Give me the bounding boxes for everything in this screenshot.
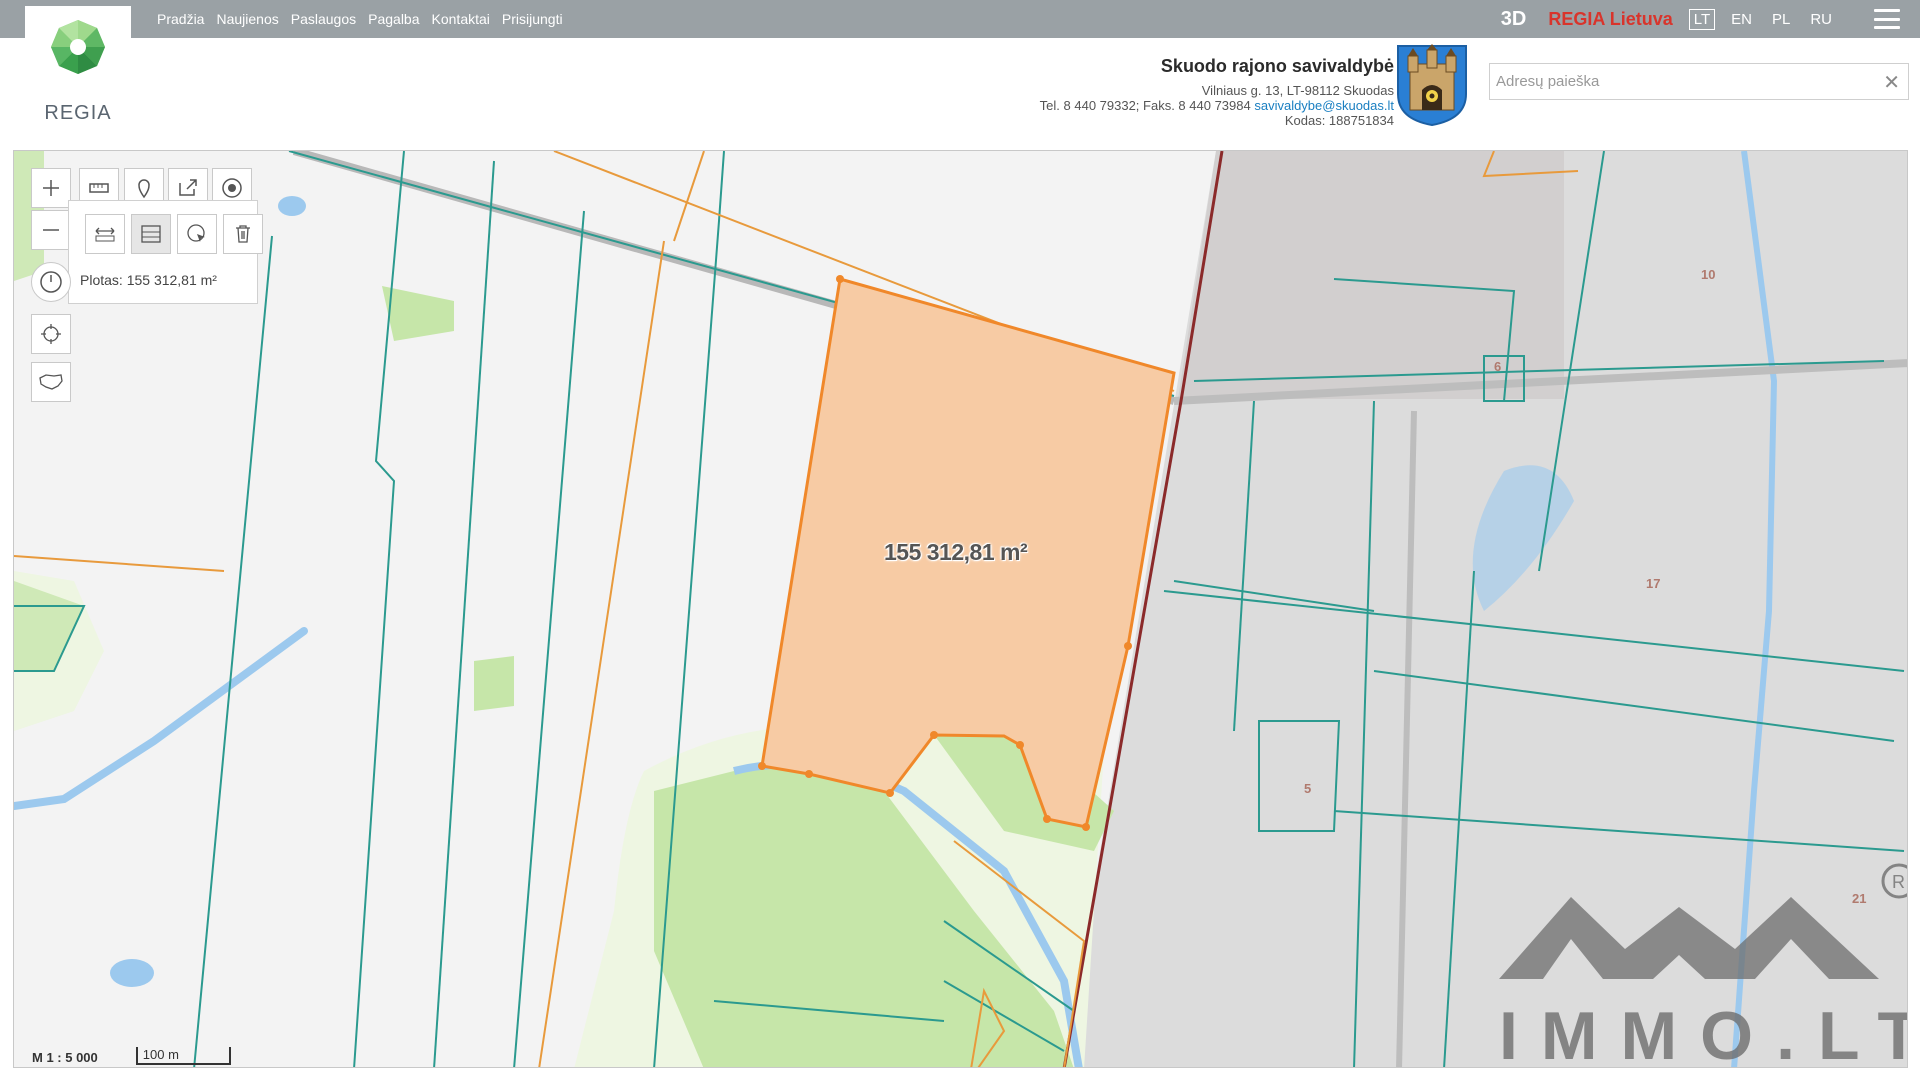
municipality-address: Vilniaus g. 13, LT-98112 Skuodas: [1201, 83, 1394, 98]
top-navigation: Pradžia Naujienos Paslaugos Pagalba Kont…: [157, 0, 563, 38]
zoom-in-button[interactable]: [31, 168, 71, 208]
map-pond: [110, 959, 154, 987]
address-search-input[interactable]: [1490, 64, 1870, 99]
3d-button[interactable]: 3D: [1501, 8, 1527, 31]
municipality-contacts: Tel. 8 440 79332; Faks. 8 440 73984 savi…: [1040, 98, 1394, 113]
parcel-number: 6: [1494, 359, 1502, 374]
locate-button[interactable]: [31, 314, 71, 354]
regia-lietuva-link[interactable]: REGIA Lietuva: [1548, 9, 1672, 30]
parcel-number: 10: [1701, 267, 1716, 282]
nav-item-paslaugos[interactable]: Paslaugos: [291, 11, 356, 27]
address-search: ✕: [1489, 63, 1909, 100]
clock-icon: [40, 271, 62, 293]
municipality-code: Kodas: 188751834: [1284, 113, 1394, 128]
regia-logo[interactable]: REGIA: [25, 6, 131, 126]
lithuania-outline-icon: [39, 374, 63, 390]
map-scale: M 1 : 5 000 100 m: [32, 1043, 231, 1065]
municipality-phone-fax: Tel. 8 440 79332; Faks. 8 440 73984: [1039, 98, 1251, 113]
map-canvas[interactable]: 10 6 17 5 21 155 312,81 m² M 1 : 5 000 1…: [13, 150, 1908, 1068]
measure-line-icon: [89, 183, 109, 193]
zoom-in-icon: [43, 180, 59, 196]
immo-logo-icon: R: [1499, 863, 1907, 979]
export-icon: [179, 179, 197, 196]
select-icon: [187, 224, 205, 242]
measure-area-icon: [141, 225, 161, 243]
pin-icon: [138, 179, 150, 199]
map-dotted-zone: [1178, 151, 1564, 399]
delete-button[interactable]: [223, 214, 263, 254]
measure-area-button[interactable]: [131, 214, 171, 254]
top-right-controls: 3D REGIA Lietuva LT EN PL RU: [1501, 0, 1920, 38]
lang-en[interactable]: EN: [1727, 10, 1756, 29]
nav-item-pagalba[interactable]: Pagalba: [368, 11, 419, 27]
map-forest-area: [474, 656, 514, 711]
nav-item-pradzia[interactable]: Pradžia: [157, 11, 204, 27]
municipality-email-link[interactable]: savivaldybe@skuodas.lt: [1254, 98, 1394, 113]
lang-pl[interactable]: PL: [1768, 10, 1794, 29]
scale-ratio: M 1 : 5 000: [32, 1050, 98, 1065]
municipality-name: Skuodo rajono savivaldybė: [1160, 56, 1394, 76]
history-button[interactable]: [31, 262, 71, 302]
measure-distance-button[interactable]: [85, 214, 125, 254]
measure-distance-icon: [95, 227, 115, 242]
map-pond: [278, 196, 306, 216]
trash-icon: [236, 225, 250, 243]
lang-ru[interactable]: RU: [1806, 10, 1836, 29]
measured-area-label: 155 312,81 m²: [884, 539, 1028, 565]
area-readout: Plotas: 155 312,81 m²: [80, 272, 217, 288]
svg-text:R: R: [1892, 872, 1905, 892]
immo-watermark: R IMMO.LT: [1499, 859, 1908, 1068]
locate-icon: [41, 324, 61, 344]
parcel-number: 5: [1304, 781, 1312, 796]
coat-of-arms-icon: [1396, 44, 1468, 127]
zoom-out-icon: [43, 229, 59, 231]
select-button[interactable]: [177, 214, 217, 254]
lang-lt[interactable]: LT: [1688, 8, 1716, 30]
target-icon: [222, 178, 242, 198]
regia-logo-text: REGIA: [44, 102, 112, 124]
municipality-info: Skuodo rajono savivaldybė Vilniaus g. 13…: [1040, 56, 1394, 128]
regia-logo-icon: [51, 20, 105, 74]
menu-icon[interactable]: [1874, 9, 1900, 29]
country-extent-button[interactable]: [31, 362, 71, 402]
immo-watermark-text: IMMO.LT: [1499, 998, 1908, 1068]
nav-item-naujienos[interactable]: Naujienos: [216, 11, 278, 27]
nav-item-prisijungti[interactable]: Prisijungti: [502, 11, 563, 27]
parcel-number: 17: [1646, 576, 1661, 591]
scale-bar: 100 m: [135, 1047, 231, 1065]
nav-item-kontaktai[interactable]: Kontaktai: [432, 11, 490, 27]
zoom-out-button[interactable]: [31, 210, 71, 250]
clear-icon[interactable]: ✕: [1883, 70, 1900, 95]
map-forest-area: [382, 286, 454, 341]
